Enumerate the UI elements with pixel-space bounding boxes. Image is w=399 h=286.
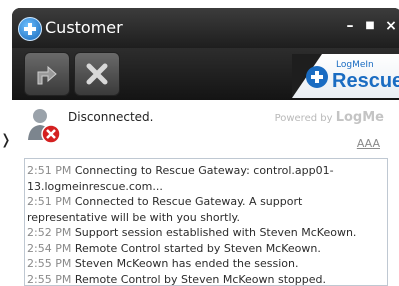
title-bar: Customer – ■ × — [12, 8, 399, 48]
log-line: 2:52 PM Support session established with… — [27, 226, 357, 239]
logmein-rescue-logo: LogMeIn Rescue — [292, 54, 399, 98]
session-log: 2:51 PM Connecting to Rescue Gateway: co… — [24, 158, 388, 286]
disconnected-user-icon — [26, 106, 64, 146]
font-size-control[interactable]: AAA — [357, 137, 380, 150]
app-icon — [18, 17, 42, 41]
logo-main-text: Rescue — [332, 70, 399, 92]
logo-top-text: LogMeIn — [336, 60, 374, 70]
log-line: 2:55 PM Remote Control by Steven McKeown… — [27, 272, 326, 286]
rescue-plus-icon — [306, 66, 328, 88]
minimize-button[interactable]: – — [342, 18, 358, 34]
close-x-icon — [86, 63, 108, 85]
expand-arrow-icon: ❭ — [0, 132, 12, 148]
log-line: 2:54 PM Remote Control started by Steven… — [27, 241, 321, 255]
share-arrow-icon — [37, 65, 57, 85]
connection-status: Disconnected. — [68, 110, 154, 124]
log-line: 2:55 PM Steven McKeown has ended the ses… — [27, 257, 299, 270]
log-line: 2:51 PM Connected to Rescue Gateway. A s… — [27, 195, 303, 224]
content-area: Disconnected. Powered by LogMe AAA 2:51 … — [12, 100, 399, 286]
powered-by-prefix: Powered by — [274, 113, 333, 124]
maximize-button[interactable]: ■ — [362, 18, 378, 34]
customer-window: Customer – ■ × LogMeIn Rescue Disconnect… — [12, 8, 399, 286]
powered-by-brand: LogMe — [335, 110, 384, 125]
end-session-button[interactable] — [74, 52, 120, 96]
transfer-button[interactable] — [24, 52, 70, 96]
powered-by: Powered by LogMe — [275, 110, 384, 125]
window-title: Customer — [45, 18, 123, 37]
close-button[interactable]: × — [383, 18, 399, 34]
log-line: 2:51 PM Connecting to Rescue Gateway: co… — [27, 164, 334, 193]
